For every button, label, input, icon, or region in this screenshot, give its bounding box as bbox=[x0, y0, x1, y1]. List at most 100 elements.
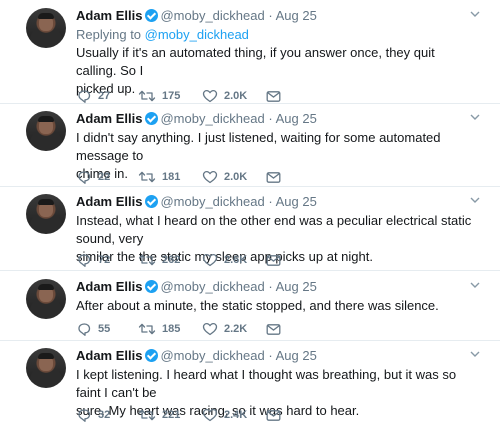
reply-icon bbox=[78, 408, 91, 422]
retweet-button[interactable]: 221 bbox=[138, 406, 202, 424]
tweet[interactable]: Adam Ellis @moby_dickhead · Aug 25 I didn… bbox=[0, 110, 500, 190]
tweet-header: Adam Ellis @moby_dickhead · Aug 25 bbox=[76, 278, 480, 296]
reply-count: 32 bbox=[98, 409, 111, 421]
tweet-date[interactable]: Aug 25 bbox=[276, 279, 317, 294]
retweet-button[interactable]: 181 bbox=[138, 168, 202, 186]
tweet[interactable]: Adam Ellis @moby_dickhead · Aug 25 I kept… bbox=[0, 347, 500, 431]
like-count: 2.0K bbox=[224, 171, 248, 183]
retweet-count: 181 bbox=[162, 171, 181, 183]
reply-count: 55 bbox=[98, 323, 111, 335]
tweet-text-line: Usually if it's an automated thing, if y… bbox=[76, 45, 435, 78]
tweet-date[interactable]: Aug 25 bbox=[276, 8, 317, 23]
separator: · bbox=[268, 111, 273, 126]
retweet-button[interactable]: 185 bbox=[138, 320, 202, 338]
author-name[interactable]: Adam Ellis bbox=[76, 194, 142, 209]
reply-count: 72 bbox=[98, 254, 111, 266]
avatar[interactable] bbox=[26, 279, 66, 319]
verified-badge-icon bbox=[145, 195, 159, 208]
avatar[interactable] bbox=[26, 111, 66, 151]
reply-count: 27 bbox=[98, 90, 111, 102]
tweet-text: After about a minute, the static stopped… bbox=[76, 297, 476, 315]
author-handle[interactable]: @moby_dickhead bbox=[160, 348, 264, 363]
tweet-actions: 32 221 2.4K bbox=[76, 406, 315, 424]
tweet-actions: 72 262 2.6K bbox=[76, 251, 315, 269]
tweet[interactable]: Adam Ellis @moby_dickhead · Aug 25 Instea… bbox=[0, 193, 500, 273]
separator: · bbox=[268, 194, 273, 209]
separator: · bbox=[268, 279, 273, 294]
like-count: 2.4K bbox=[224, 409, 248, 421]
retweet-icon bbox=[138, 171, 156, 183]
heart-icon bbox=[202, 253, 218, 267]
reply-icon bbox=[78, 170, 91, 184]
reply-icon bbox=[78, 322, 91, 336]
avatar[interactable] bbox=[26, 194, 66, 234]
verified-badge-icon bbox=[145, 112, 159, 125]
tweet[interactable]: Adam Ellis @moby_dickhead · Aug 25 Replyi… bbox=[0, 7, 500, 107]
separator: · bbox=[268, 348, 273, 363]
tweet-date[interactable]: Aug 25 bbox=[276, 194, 317, 209]
envelope-icon bbox=[266, 90, 281, 102]
author-handle[interactable]: @moby_dickhead bbox=[160, 111, 264, 126]
like-button[interactable]: 2.4K bbox=[202, 406, 266, 424]
direct-message-button[interactable] bbox=[266, 168, 281, 186]
retweet-icon bbox=[138, 409, 156, 421]
tweet-header: Adam Ellis @moby_dickhead · Aug 25 bbox=[76, 110, 480, 128]
like-button[interactable]: 2.6K bbox=[202, 251, 266, 269]
divider bbox=[0, 340, 500, 341]
tweet-text-line: I kept listening. I heard what I thought… bbox=[76, 367, 457, 400]
reply-button[interactable]: 72 bbox=[76, 251, 138, 269]
heart-icon bbox=[202, 170, 218, 184]
replying-to: Replying to @moby_dickhead bbox=[76, 26, 476, 43]
tweet-actions: 55 185 2.2K bbox=[76, 320, 315, 338]
heart-icon bbox=[202, 322, 218, 336]
envelope-icon bbox=[266, 409, 281, 421]
tweet-text-line: After about a minute, the static stopped… bbox=[76, 298, 439, 313]
retweet-button[interactable]: 262 bbox=[138, 251, 202, 269]
divider bbox=[0, 186, 500, 187]
chevron-down-icon[interactable] bbox=[470, 280, 480, 290]
verified-badge-icon bbox=[145, 9, 159, 22]
avatar[interactable] bbox=[26, 348, 66, 388]
replying-to-label: Replying to bbox=[76, 27, 145, 42]
retweet-icon bbox=[138, 90, 156, 102]
author-handle[interactable]: @moby_dickhead bbox=[160, 194, 264, 209]
separator: · bbox=[268, 8, 273, 23]
heart-icon bbox=[202, 89, 218, 103]
author-name[interactable]: Adam Ellis bbox=[76, 279, 142, 294]
avatar[interactable] bbox=[26, 8, 66, 48]
reply-button[interactable]: 32 bbox=[76, 406, 138, 424]
tweet[interactable]: Adam Ellis @moby_dickhead · Aug 25 After … bbox=[0, 278, 500, 340]
chevron-down-icon[interactable] bbox=[470, 9, 480, 19]
tweet-text-line: Instead, what I heard on the other end w… bbox=[76, 213, 472, 246]
author-name[interactable]: Adam Ellis bbox=[76, 8, 142, 23]
retweet-count: 185 bbox=[162, 323, 181, 335]
reply-icon bbox=[78, 89, 91, 103]
like-count: 2.2K bbox=[224, 323, 248, 335]
direct-message-button[interactable] bbox=[266, 406, 281, 424]
like-button[interactable]: 2.0K bbox=[202, 168, 266, 186]
author-handle[interactable]: @moby_dickhead bbox=[160, 8, 264, 23]
chevron-down-icon[interactable] bbox=[470, 195, 480, 205]
like-button[interactable]: 2.2K bbox=[202, 320, 266, 338]
tweet-header: Adam Ellis @moby_dickhead · Aug 25 bbox=[76, 193, 480, 211]
replying-to-handle[interactable]: @moby_dickhead bbox=[145, 27, 249, 42]
chevron-down-icon[interactable] bbox=[470, 349, 480, 359]
chevron-down-icon[interactable] bbox=[470, 112, 480, 122]
verified-badge-icon bbox=[145, 280, 159, 293]
divider bbox=[0, 103, 500, 104]
author-handle[interactable]: @moby_dickhead bbox=[160, 279, 264, 294]
verified-badge-icon bbox=[145, 349, 159, 362]
author-name[interactable]: Adam Ellis bbox=[76, 111, 142, 126]
direct-message-button[interactable] bbox=[266, 251, 281, 269]
envelope-icon bbox=[266, 254, 281, 266]
direct-message-button[interactable] bbox=[266, 320, 281, 338]
like-count: 2.0K bbox=[224, 90, 248, 102]
retweet-icon bbox=[138, 254, 156, 266]
reply-button[interactable]: 55 bbox=[76, 320, 138, 338]
tweet-date[interactable]: Aug 25 bbox=[276, 348, 317, 363]
reply-button[interactable]: 22 bbox=[76, 168, 138, 186]
tweet-date[interactable]: Aug 25 bbox=[276, 111, 317, 126]
like-count: 2.6K bbox=[224, 254, 248, 266]
retweet-count: 221 bbox=[162, 409, 181, 421]
author-name[interactable]: Adam Ellis bbox=[76, 348, 142, 363]
